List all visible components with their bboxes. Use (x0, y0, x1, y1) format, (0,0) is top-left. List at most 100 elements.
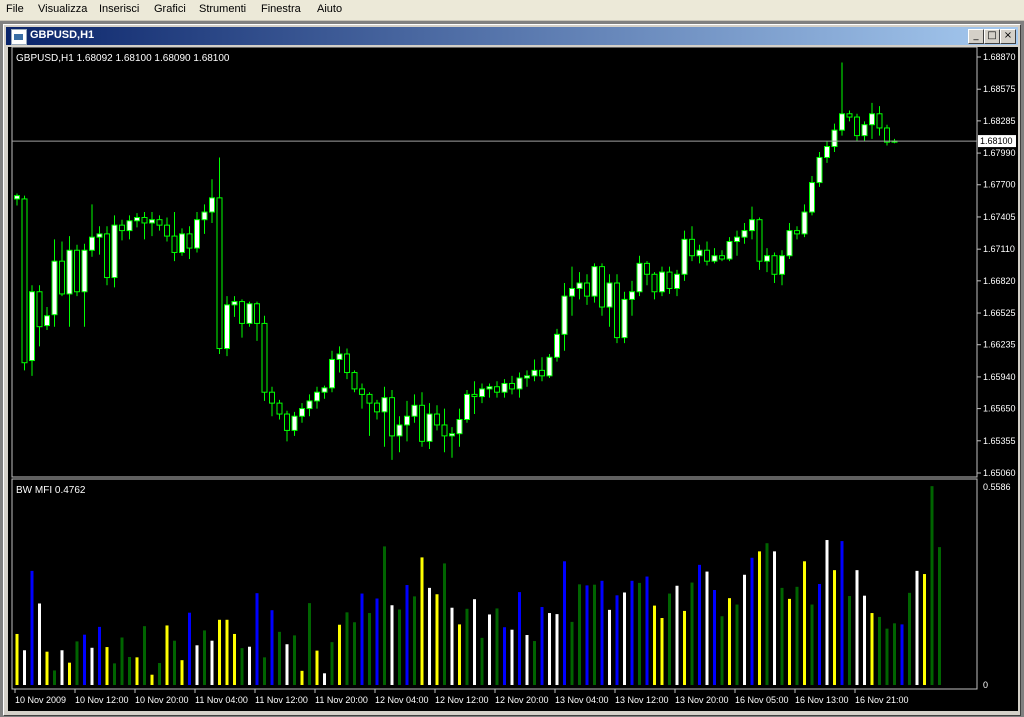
mfi-bar (315, 650, 319, 685)
candle-body-up (336, 353, 343, 360)
candle (29, 285, 35, 376)
menu-aiuto[interactable]: Aiuto (317, 3, 342, 15)
candle-body-up (179, 233, 185, 253)
mfi-bar (533, 641, 536, 685)
candle-body-down (276, 402, 283, 415)
menu-strumenti[interactable]: Strumenti (199, 3, 246, 15)
time-tick-label: 11 Nov 12:00 (255, 695, 308, 705)
mfi-bar (870, 613, 874, 685)
mfi-bar (83, 634, 86, 685)
candle-body-up (321, 387, 328, 393)
candle-body-down (141, 217, 148, 224)
mfi-bar (195, 645, 199, 685)
candle-body-up (51, 260, 58, 316)
candle (756, 217, 763, 270)
candle-body-up (839, 113, 845, 131)
menu-visualizza[interactable]: Visualizza (38, 3, 87, 15)
candle (74, 244, 80, 297)
window-title: GBPUSD,H1 (30, 29, 95, 41)
candle (321, 385, 328, 399)
mfi-bar (503, 627, 506, 685)
mfi-bar (893, 623, 896, 685)
price-tick-label: 1.66820 (983, 276, 1016, 286)
price-tick-label: 1.67700 (983, 180, 1016, 190)
mfi-bar (608, 609, 611, 685)
candle-body-down (846, 113, 853, 118)
candle-body-up (426, 413, 433, 442)
menu-inserisci[interactable]: Inserisci (99, 3, 139, 15)
chart-canvas[interactable]: GBPUSD,H1 1.68092 1.68100 1.68090 1.6810… (8, 46, 1018, 711)
chart-svg[interactable]: GBPUSD,H1 1.68092 1.68100 1.68090 1.6810… (8, 46, 1018, 711)
candle-body-up (299, 408, 305, 417)
price-tick-label: 1.67990 (983, 148, 1016, 158)
candle-body-up (869, 113, 875, 126)
price-tick-label: 1.67405 (983, 212, 1016, 222)
candle-body-up (696, 249, 703, 257)
mfi-bar (248, 646, 251, 685)
candle (239, 299, 245, 338)
mfi-bar (525, 635, 529, 685)
candle-body-up (381, 397, 388, 413)
candle (831, 123, 838, 152)
window-title-bar[interactable]: GBPUSD,H1 _ □ × (6, 27, 1018, 45)
candle-body-down (689, 238, 695, 257)
candle (456, 408, 463, 447)
mfi-bar (360, 593, 364, 685)
candle (779, 250, 785, 286)
candle-body-down (374, 402, 380, 413)
candle (479, 383, 485, 404)
time-tick-label: 10 Nov 2009 (15, 695, 66, 705)
candle-body-up (306, 400, 313, 410)
menu-finestra[interactable]: Finestra (261, 3, 301, 15)
time-tick-label: 10 Nov 20:00 (135, 695, 189, 705)
mfi-bar (900, 624, 904, 685)
mfi-bar (330, 642, 334, 685)
mfi-bar (458, 624, 461, 685)
menu-grafici[interactable]: Grafici (154, 3, 186, 15)
candle-body-up (449, 433, 455, 437)
candle (494, 381, 500, 398)
candle-body-up (464, 393, 470, 420)
price-tick-label: 1.68285 (983, 116, 1016, 126)
mfi-bar (720, 616, 724, 685)
candle (351, 370, 358, 393)
minimize-button[interactable]: _ (968, 29, 984, 44)
candle-body-up (314, 391, 320, 402)
mfi-bar (810, 604, 814, 685)
candle (179, 228, 185, 256)
candle-body-up (516, 377, 523, 390)
mfi-bar (323, 673, 326, 685)
candle (314, 386, 320, 409)
candle (636, 255, 643, 297)
candle-body-down (419, 404, 425, 442)
candle (531, 359, 538, 382)
mfi-bar (795, 586, 799, 685)
mfi-bar (278, 631, 281, 685)
mfi-bar (660, 618, 664, 685)
candle (389, 390, 395, 460)
mfi-bar (638, 582, 641, 685)
mfi-bar (398, 609, 401, 685)
mfi-bar (945, 561, 949, 685)
candle (854, 113, 860, 142)
candle (719, 250, 725, 262)
maximize-button[interactable]: □ (984, 29, 1000, 44)
candle-body-up (741, 230, 748, 238)
candle (749, 206, 755, 240)
candle (396, 416, 403, 453)
close-button[interactable]: × (1000, 29, 1016, 44)
mfi-bar (210, 640, 214, 685)
candle-body-up (81, 249, 88, 293)
time-tick-label: 16 Nov 05:00 (735, 695, 789, 705)
menu-file[interactable]: File (6, 3, 24, 15)
mfi-bar (345, 612, 349, 685)
mfi-bar (428, 587, 431, 685)
mfi-bar (953, 480, 956, 685)
mfi-bar (135, 657, 139, 685)
mfi-bar (743, 574, 746, 685)
mfi-bar (480, 637, 484, 685)
candle (591, 263, 598, 303)
candle (884, 124, 890, 146)
candle-body-down (389, 397, 395, 437)
candle-body-down (704, 249, 710, 262)
